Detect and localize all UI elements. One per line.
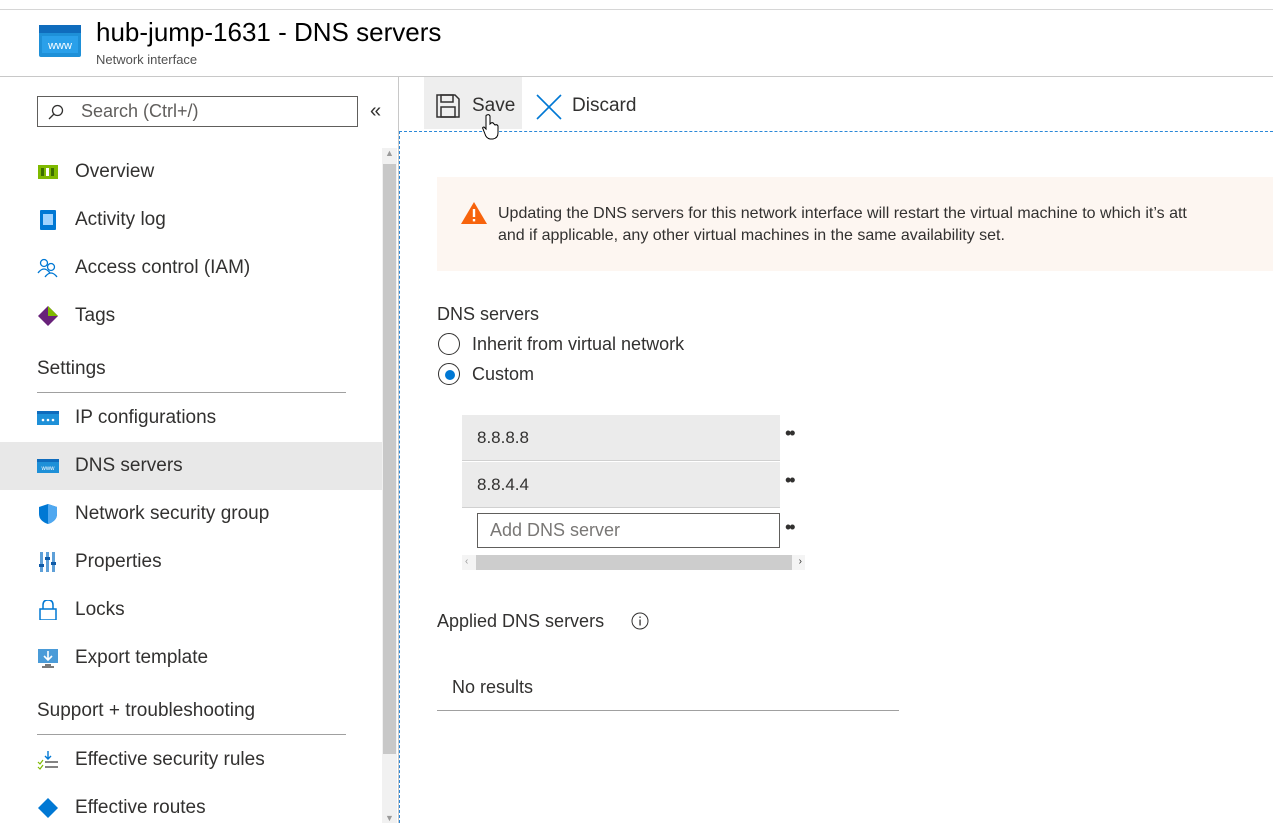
page-subtitle: Network interface	[96, 52, 198, 67]
info-icon[interactable]	[631, 612, 649, 630]
blade-header: www hub-jump-1631 - DNS servers Network …	[0, 10, 1273, 77]
divider	[37, 734, 346, 735]
scrollbar-thumb[interactable]	[383, 164, 396, 754]
sidebar-item-label: Tags	[75, 305, 116, 326]
settings-section-heading: Settings	[0, 340, 382, 394]
tag-icon	[38, 306, 58, 326]
sidebar-item-label: Network security group	[75, 503, 270, 524]
activity-log-icon	[40, 210, 56, 230]
security-rules-icon	[37, 751, 58, 770]
warning-banner: Updating the DNS servers for this networ…	[437, 177, 1273, 271]
search-box[interactable]	[37, 96, 358, 127]
command-bar: Save Discard	[399, 77, 1273, 131]
routes-icon	[38, 798, 58, 818]
radio-selected-dot	[445, 370, 455, 380]
sidebar-scrollbar[interactable]: ▲ ▼	[382, 148, 397, 823]
sidebar-item-effective-security-rules[interactable]: Effective security rules	[0, 736, 382, 784]
warning-message: Updating the DNS servers for this networ…	[498, 205, 1187, 244]
page-title: hub-jump-1631 - DNS servers	[96, 17, 442, 47]
scroll-up-icon[interactable]: ▲	[385, 148, 394, 158]
sidebar-item-export-template[interactable]: Export template	[0, 634, 382, 682]
export-template-icon	[38, 649, 58, 668]
support-section-heading: Support + troubleshooting	[0, 682, 382, 736]
sidebar-item-iam[interactable]: Access control (IAM)	[0, 244, 382, 292]
sidebar-item-label: Overview	[75, 161, 155, 182]
dns-server-row: 8.8.4.4 ••	[462, 462, 805, 508]
grid-horizontal-scrollbar[interactable]: ‹ ›	[462, 555, 805, 570]
sidebar-item-label: Access control (IAM)	[75, 257, 251, 278]
lock-icon	[39, 600, 57, 620]
radio-circle[interactable]	[438, 333, 460, 355]
more-options-icon[interactable]: ••	[785, 423, 796, 444]
sidebar-item-network-security-group[interactable]: Network security group	[0, 490, 382, 538]
sidebar-item-dns-servers[interactable]: www DNS servers	[0, 442, 382, 490]
divider	[437, 710, 899, 711]
sidebar-item-label: IP configurations	[75, 407, 217, 428]
discard-button[interactable]: Discard	[532, 77, 652, 129]
collapse-sidebar-button[interactable]: «	[370, 101, 381, 121]
discard-label: Discard	[572, 95, 637, 116]
sidebar-item-label: Effective security rules	[75, 749, 265, 770]
sidebar-item-activity-log[interactable]: Activity log	[0, 196, 382, 244]
add-dns-server-row: ••	[462, 513, 805, 559]
radio-circle[interactable]	[438, 363, 460, 385]
scroll-right-icon[interactable]: ›	[799, 556, 802, 567]
svg-text:www: www	[47, 40, 72, 52]
scroll-left-icon[interactable]: ‹	[465, 556, 468, 567]
radio-label: Custom	[472, 364, 535, 384]
sidebar-item-label: Export template	[75, 647, 209, 668]
overview-icon	[38, 165, 58, 179]
dns-servers-label: DNS servers	[437, 304, 540, 324]
sidebar-item-label: Locks	[75, 599, 125, 620]
dns-server-cell[interactable]: 8.8.4.4	[462, 462, 780, 508]
more-options-icon[interactable]: ••	[785, 517, 796, 538]
top-border	[0, 0, 1273, 10]
www-icon: www	[39, 25, 81, 57]
save-button[interactable]: Save	[424, 77, 522, 129]
divider	[37, 392, 346, 393]
svg-text:www: www	[41, 466, 56, 472]
dns-servers-content: Updating the DNS servers for this networ…	[399, 131, 1273, 823]
properties-icon	[39, 552, 56, 572]
sidebar: « Overview Activity log Access control	[0, 77, 399, 823]
iam-icon	[37, 258, 58, 278]
sidebar-nav: Overview Activity log Access control (IA…	[0, 148, 382, 832]
sidebar-item-label: Activity log	[75, 209, 166, 230]
search-input[interactable]	[81, 100, 351, 123]
save-icon	[436, 94, 460, 118]
applied-dns-servers-label: Applied DNS servers	[437, 611, 605, 631]
warning-icon	[461, 202, 487, 224]
more-options-icon[interactable]: ••	[785, 470, 796, 491]
scrollbar-thumb[interactable]	[476, 555, 792, 570]
sidebar-item-label: Effective routes	[75, 797, 206, 818]
sidebar-item-label: DNS servers	[75, 455, 183, 476]
dns-server-row: 8.8.8.8 ••	[462, 415, 805, 461]
hand-pointer-icon	[482, 114, 499, 140]
scroll-down-icon[interactable]: ▼	[385, 813, 394, 823]
ip-config-icon	[37, 411, 59, 425]
no-results-text: No results	[452, 677, 534, 697]
sidebar-item-properties[interactable]: Properties	[0, 538, 382, 586]
dns-server-cell[interactable]: 8.8.8.8	[462, 415, 780, 461]
sidebar-item-ip-configurations[interactable]: IP configurations	[0, 394, 382, 442]
sidebar-item-effective-routes[interactable]: Effective routes	[0, 784, 382, 832]
radio-label: Inherit from virtual network	[472, 334, 685, 354]
sidebar-item-label: Properties	[75, 551, 162, 572]
close-icon	[536, 94, 562, 120]
dns-server-grid: 8.8.8.8 •• 8.8.4.4 •• •• ‹ ›	[462, 415, 805, 570]
dns-icon: www	[37, 459, 59, 473]
shield-icon	[39, 504, 57, 524]
add-dns-server-input[interactable]	[477, 513, 780, 548]
sidebar-item-locks[interactable]: Locks	[0, 586, 382, 634]
search-icon	[48, 104, 64, 120]
sidebar-item-overview[interactable]: Overview	[0, 148, 382, 196]
sidebar-item-tags[interactable]: Tags	[0, 292, 382, 340]
